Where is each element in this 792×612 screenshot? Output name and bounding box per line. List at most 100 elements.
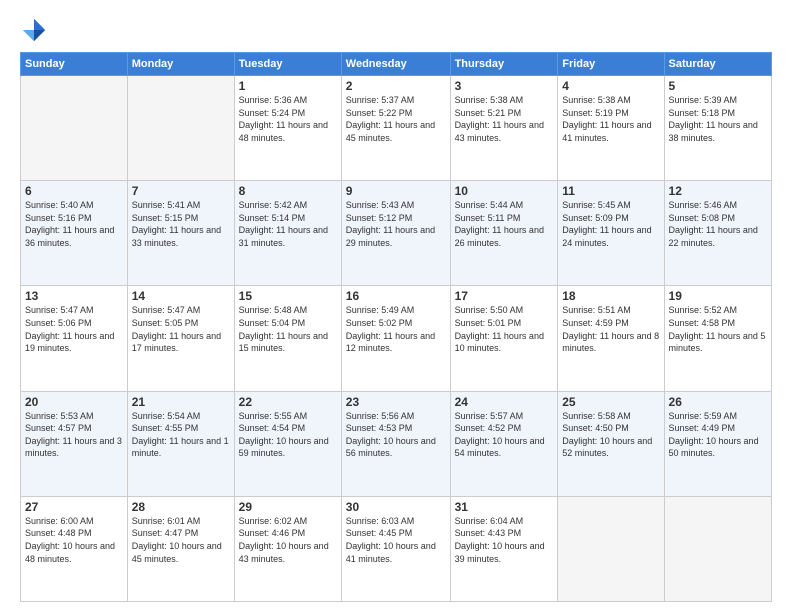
day-info: Sunrise: 5:54 AMSunset: 4:55 PMDaylight:… <box>132 410 230 460</box>
day-number: 3 <box>455 79 554 93</box>
day-info: Sunrise: 5:38 AMSunset: 5:19 PMDaylight:… <box>562 94 659 144</box>
calendar-header-sunday: Sunday <box>21 53 128 76</box>
day-info: Sunrise: 5:48 AMSunset: 5:04 PMDaylight:… <box>239 304 337 354</box>
calendar-cell: 2Sunrise: 5:37 AMSunset: 5:22 PMDaylight… <box>341 76 450 181</box>
day-number: 30 <box>346 500 446 514</box>
calendar: SundayMondayTuesdayWednesdayThursdayFrid… <box>20 52 772 602</box>
day-info: Sunrise: 5:44 AMSunset: 5:11 PMDaylight:… <box>455 199 554 249</box>
day-info: Sunrise: 6:01 AMSunset: 4:47 PMDaylight:… <box>132 515 230 565</box>
calendar-header-friday: Friday <box>558 53 664 76</box>
day-info: Sunrise: 5:40 AMSunset: 5:16 PMDaylight:… <box>25 199 123 249</box>
calendar-cell: 23Sunrise: 5:56 AMSunset: 4:53 PMDayligh… <box>341 391 450 496</box>
day-info: Sunrise: 5:42 AMSunset: 5:14 PMDaylight:… <box>239 199 337 249</box>
calendar-cell: 25Sunrise: 5:58 AMSunset: 4:50 PMDayligh… <box>558 391 664 496</box>
day-info: Sunrise: 5:37 AMSunset: 5:22 PMDaylight:… <box>346 94 446 144</box>
calendar-cell: 31Sunrise: 6:04 AMSunset: 4:43 PMDayligh… <box>450 496 558 601</box>
day-info: Sunrise: 5:41 AMSunset: 5:15 PMDaylight:… <box>132 199 230 249</box>
calendar-week-5: 27Sunrise: 6:00 AMSunset: 4:48 PMDayligh… <box>21 496 772 601</box>
calendar-cell: 22Sunrise: 5:55 AMSunset: 4:54 PMDayligh… <box>234 391 341 496</box>
calendar-cell: 3Sunrise: 5:38 AMSunset: 5:21 PMDaylight… <box>450 76 558 181</box>
day-number: 15 <box>239 289 337 303</box>
calendar-week-2: 6Sunrise: 5:40 AMSunset: 5:16 PMDaylight… <box>21 181 772 286</box>
calendar-cell: 19Sunrise: 5:52 AMSunset: 4:58 PMDayligh… <box>664 286 771 391</box>
calendar-header-tuesday: Tuesday <box>234 53 341 76</box>
calendar-cell <box>558 496 664 601</box>
day-info: Sunrise: 5:59 AMSunset: 4:49 PMDaylight:… <box>669 410 767 460</box>
day-number: 1 <box>239 79 337 93</box>
day-number: 7 <box>132 184 230 198</box>
day-number: 21 <box>132 395 230 409</box>
day-info: Sunrise: 5:39 AMSunset: 5:18 PMDaylight:… <box>669 94 767 144</box>
day-number: 23 <box>346 395 446 409</box>
day-number: 6 <box>25 184 123 198</box>
day-info: Sunrise: 6:04 AMSunset: 4:43 PMDaylight:… <box>455 515 554 565</box>
day-number: 22 <box>239 395 337 409</box>
calendar-week-3: 13Sunrise: 5:47 AMSunset: 5:06 PMDayligh… <box>21 286 772 391</box>
calendar-cell: 24Sunrise: 5:57 AMSunset: 4:52 PMDayligh… <box>450 391 558 496</box>
calendar-week-1: 1Sunrise: 5:36 AMSunset: 5:24 PMDaylight… <box>21 76 772 181</box>
day-number: 12 <box>669 184 767 198</box>
calendar-cell: 9Sunrise: 5:43 AMSunset: 5:12 PMDaylight… <box>341 181 450 286</box>
calendar-cell: 6Sunrise: 5:40 AMSunset: 5:16 PMDaylight… <box>21 181 128 286</box>
day-number: 24 <box>455 395 554 409</box>
day-info: Sunrise: 5:58 AMSunset: 4:50 PMDaylight:… <box>562 410 659 460</box>
page: SundayMondayTuesdayWednesdayThursdayFrid… <box>0 0 792 612</box>
day-number: 18 <box>562 289 659 303</box>
calendar-cell: 27Sunrise: 6:00 AMSunset: 4:48 PMDayligh… <box>21 496 128 601</box>
day-number: 26 <box>669 395 767 409</box>
day-number: 31 <box>455 500 554 514</box>
day-number: 8 <box>239 184 337 198</box>
day-info: Sunrise: 5:38 AMSunset: 5:21 PMDaylight:… <box>455 94 554 144</box>
calendar-cell: 30Sunrise: 6:03 AMSunset: 4:45 PMDayligh… <box>341 496 450 601</box>
calendar-header-row: SundayMondayTuesdayWednesdayThursdayFrid… <box>21 53 772 76</box>
day-info: Sunrise: 5:47 AMSunset: 5:06 PMDaylight:… <box>25 304 123 354</box>
calendar-cell <box>127 76 234 181</box>
day-number: 27 <box>25 500 123 514</box>
calendar-cell: 4Sunrise: 5:38 AMSunset: 5:19 PMDaylight… <box>558 76 664 181</box>
day-info: Sunrise: 5:43 AMSunset: 5:12 PMDaylight:… <box>346 199 446 249</box>
day-info: Sunrise: 5:55 AMSunset: 4:54 PMDaylight:… <box>239 410 337 460</box>
day-number: 19 <box>669 289 767 303</box>
day-info: Sunrise: 5:53 AMSunset: 4:57 PMDaylight:… <box>25 410 123 460</box>
day-number: 14 <box>132 289 230 303</box>
day-number: 29 <box>239 500 337 514</box>
calendar-cell: 8Sunrise: 5:42 AMSunset: 5:14 PMDaylight… <box>234 181 341 286</box>
calendar-cell: 16Sunrise: 5:49 AMSunset: 5:02 PMDayligh… <box>341 286 450 391</box>
day-number: 2 <box>346 79 446 93</box>
day-info: Sunrise: 5:36 AMSunset: 5:24 PMDaylight:… <box>239 94 337 144</box>
calendar-cell: 28Sunrise: 6:01 AMSunset: 4:47 PMDayligh… <box>127 496 234 601</box>
day-number: 10 <box>455 184 554 198</box>
calendar-header-saturday: Saturday <box>664 53 771 76</box>
day-info: Sunrise: 5:47 AMSunset: 5:05 PMDaylight:… <box>132 304 230 354</box>
day-info: Sunrise: 5:45 AMSunset: 5:09 PMDaylight:… <box>562 199 659 249</box>
day-info: Sunrise: 6:03 AMSunset: 4:45 PMDaylight:… <box>346 515 446 565</box>
calendar-cell: 10Sunrise: 5:44 AMSunset: 5:11 PMDayligh… <box>450 181 558 286</box>
calendar-cell: 18Sunrise: 5:51 AMSunset: 4:59 PMDayligh… <box>558 286 664 391</box>
calendar-body: 1Sunrise: 5:36 AMSunset: 5:24 PMDaylight… <box>21 76 772 602</box>
calendar-cell: 7Sunrise: 5:41 AMSunset: 5:15 PMDaylight… <box>127 181 234 286</box>
calendar-cell: 12Sunrise: 5:46 AMSunset: 5:08 PMDayligh… <box>664 181 771 286</box>
day-number: 9 <box>346 184 446 198</box>
calendar-cell: 11Sunrise: 5:45 AMSunset: 5:09 PMDayligh… <box>558 181 664 286</box>
day-info: Sunrise: 5:57 AMSunset: 4:52 PMDaylight:… <box>455 410 554 460</box>
day-info: Sunrise: 6:02 AMSunset: 4:46 PMDaylight:… <box>239 515 337 565</box>
day-info: Sunrise: 5:52 AMSunset: 4:58 PMDaylight:… <box>669 304 767 354</box>
day-number: 11 <box>562 184 659 198</box>
day-number: 4 <box>562 79 659 93</box>
calendar-cell: 5Sunrise: 5:39 AMSunset: 5:18 PMDaylight… <box>664 76 771 181</box>
calendar-cell: 29Sunrise: 6:02 AMSunset: 4:46 PMDayligh… <box>234 496 341 601</box>
calendar-week-4: 20Sunrise: 5:53 AMSunset: 4:57 PMDayligh… <box>21 391 772 496</box>
calendar-cell: 14Sunrise: 5:47 AMSunset: 5:05 PMDayligh… <box>127 286 234 391</box>
calendar-cell: 20Sunrise: 5:53 AMSunset: 4:57 PMDayligh… <box>21 391 128 496</box>
day-info: Sunrise: 6:00 AMSunset: 4:48 PMDaylight:… <box>25 515 123 565</box>
day-number: 28 <box>132 500 230 514</box>
day-info: Sunrise: 5:51 AMSunset: 4:59 PMDaylight:… <box>562 304 659 354</box>
day-number: 5 <box>669 79 767 93</box>
calendar-header-thursday: Thursday <box>450 53 558 76</box>
day-info: Sunrise: 5:49 AMSunset: 5:02 PMDaylight:… <box>346 304 446 354</box>
calendar-cell: 1Sunrise: 5:36 AMSunset: 5:24 PMDaylight… <box>234 76 341 181</box>
calendar-cell: 26Sunrise: 5:59 AMSunset: 4:49 PMDayligh… <box>664 391 771 496</box>
logo <box>20 16 52 44</box>
day-number: 16 <box>346 289 446 303</box>
day-info: Sunrise: 5:56 AMSunset: 4:53 PMDaylight:… <box>346 410 446 460</box>
